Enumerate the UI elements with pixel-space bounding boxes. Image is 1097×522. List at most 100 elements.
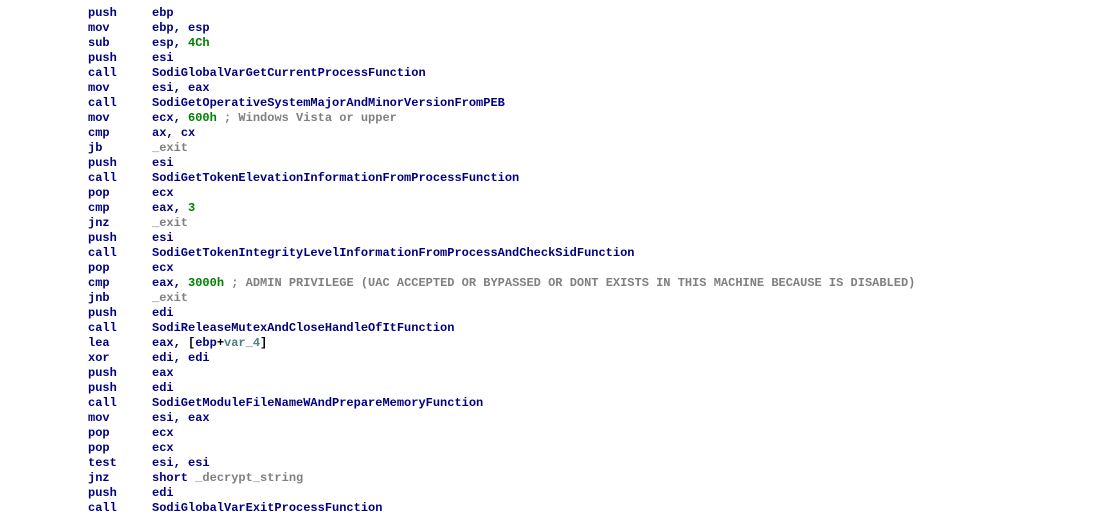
operand-token: _decrypt_string: [195, 471, 303, 485]
asm-line[interactable]: pushebp: [88, 6, 1097, 21]
asm-line[interactable]: popecx: [88, 441, 1097, 456]
asm-line[interactable]: pushedi: [88, 486, 1097, 501]
asm-line[interactable]: pushedi: [88, 381, 1097, 396]
operand-token: ecx: [152, 186, 174, 200]
operand-token: _exit: [152, 291, 188, 305]
operand-token: ecx: [152, 261, 174, 275]
mnemonic: pop: [88, 186, 152, 201]
mnemonic: pop: [88, 426, 152, 441]
asm-line[interactable]: movecx, 600h ; Windows Vista or upper: [88, 111, 1097, 126]
asm-line[interactable]: cmpeax, 3: [88, 201, 1097, 216]
disassembly-listing: pushebpmovebp, espsubesp, 4Chpushesicall…: [88, 6, 1097, 516]
asm-line[interactable]: movesi, eax: [88, 411, 1097, 426]
operand-token: edi: [152, 486, 174, 500]
operand-token: esi: [188, 456, 210, 470]
asm-line[interactable]: callSodiGlobalVarGetCurrentProcessFuncti…: [88, 66, 1097, 81]
mnemonic: call: [88, 321, 152, 336]
asm-line[interactable]: pushesi: [88, 156, 1097, 171]
operand-token: esi: [152, 411, 174, 425]
operand-token: ebp: [152, 6, 174, 20]
asm-line[interactable]: popecx: [88, 426, 1097, 441]
separator: ,: [174, 36, 188, 50]
separator: ,: [174, 456, 188, 470]
operand-token: eax: [152, 366, 174, 380]
mnemonic: jnz: [88, 471, 152, 486]
asm-line[interactable]: pushesi: [88, 231, 1097, 246]
comment: ; Windows Vista or upper: [224, 111, 397, 125]
operand-token: eax: [188, 411, 210, 425]
mnemonic: push: [88, 306, 152, 321]
asm-line[interactable]: callSodiGetTokenIntegrityLevelInformatio…: [88, 246, 1097, 261]
operand-token: edi: [152, 306, 174, 320]
asm-line[interactable]: callSodiGetTokenElevationInformationFrom…: [88, 171, 1097, 186]
asm-line[interactable]: movebp, esp: [88, 21, 1097, 36]
operand-token: var_4: [224, 336, 260, 350]
asm-line[interactable]: callSodiGetModuleFileNameWAndPrepareMemo…: [88, 396, 1097, 411]
asm-line[interactable]: jnb_exit: [88, 291, 1097, 306]
operand-token: SodiGetOperativeSystemMajorAndMinorVersi…: [152, 96, 505, 110]
mnemonic: call: [88, 66, 152, 81]
asm-line[interactable]: pushesi: [88, 51, 1097, 66]
asm-line[interactable]: callSodiReleaseMutexAndCloseHandleOfItFu…: [88, 321, 1097, 336]
separator: ,: [174, 411, 188, 425]
operand-token: short: [152, 471, 188, 485]
operand-token: ax: [152, 126, 166, 140]
operand-token: ebp: [152, 21, 174, 35]
mnemonic: call: [88, 96, 152, 111]
asm-line[interactable]: pushedi: [88, 306, 1097, 321]
asm-line[interactable]: cmpax, cx: [88, 126, 1097, 141]
asm-line[interactable]: movesi, eax: [88, 81, 1097, 96]
operand-token: cx: [181, 126, 195, 140]
operand-token: eax: [152, 276, 174, 290]
mnemonic: pop: [88, 261, 152, 276]
mnemonic: xor: [88, 351, 152, 366]
asm-line[interactable]: subesp, 4Ch: [88, 36, 1097, 51]
mnemonic: cmp: [88, 201, 152, 216]
mnemonic: cmp: [88, 276, 152, 291]
mnemonic: mov: [88, 81, 152, 96]
mnemonic: push: [88, 366, 152, 381]
asm-line[interactable]: popecx: [88, 186, 1097, 201]
operand-token: edi: [152, 381, 174, 395]
operand-token: edi: [152, 351, 174, 365]
asm-line[interactable]: cmpeax, 3000h ; ADMIN PRIVILEGE (UAC ACC…: [88, 276, 1097, 291]
asm-line[interactable]: xoredi, edi: [88, 351, 1097, 366]
operand-token: 600h: [188, 111, 217, 125]
mnemonic: call: [88, 396, 152, 411]
asm-line[interactable]: jnzshort _decrypt_string: [88, 471, 1097, 486]
operand-token: esi: [152, 456, 174, 470]
asm-line[interactable]: pusheax: [88, 366, 1097, 381]
operand-token: esi: [152, 231, 174, 245]
mnemonic: test: [88, 456, 152, 471]
operand-token: esi: [152, 51, 174, 65]
separator: ,: [174, 351, 188, 365]
operand-token: SodiGlobalVarGetCurrentProcessFunction: [152, 66, 426, 80]
operand-token: SodiReleaseMutexAndCloseHandleOfItFuncti…: [152, 321, 454, 335]
operand-token: 4Ch: [188, 36, 210, 50]
operand-token: esp: [152, 36, 174, 50]
operand-token: ebp: [195, 336, 217, 350]
mnemonic: push: [88, 156, 152, 171]
mnemonic: push: [88, 486, 152, 501]
operand-token: 3: [188, 201, 195, 215]
operand-token: SodiGetTokenElevationInformationFromProc…: [152, 171, 519, 185]
asm-line[interactable]: jnz_exit: [88, 216, 1097, 231]
operand-token: SodiGetTokenIntegrityLevelInformationFro…: [152, 246, 634, 260]
separator: ,: [174, 336, 188, 350]
operand-token: +: [217, 336, 224, 350]
asm-line[interactable]: jb_exit: [88, 141, 1097, 156]
asm-line[interactable]: callSodiGetOperativeSystemMajorAndMinorV…: [88, 96, 1097, 111]
asm-line[interactable]: popecx: [88, 261, 1097, 276]
mnemonic: call: [88, 501, 152, 516]
asm-line[interactable]: testesi, esi: [88, 456, 1097, 471]
separator: ,: [174, 81, 188, 95]
mnemonic: lea: [88, 336, 152, 351]
operand-token: esp: [188, 21, 210, 35]
mnemonic: jnz: [88, 216, 152, 231]
mnemonic: mov: [88, 411, 152, 426]
mnemonic: call: [88, 246, 152, 261]
asm-line[interactable]: leaeax, [ebp+var_4]: [88, 336, 1097, 351]
mnemonic: mov: [88, 111, 152, 126]
operand-token: eax: [152, 201, 174, 215]
asm-line[interactable]: callSodiGlobalVarExitProcessFunction: [88, 501, 1097, 516]
